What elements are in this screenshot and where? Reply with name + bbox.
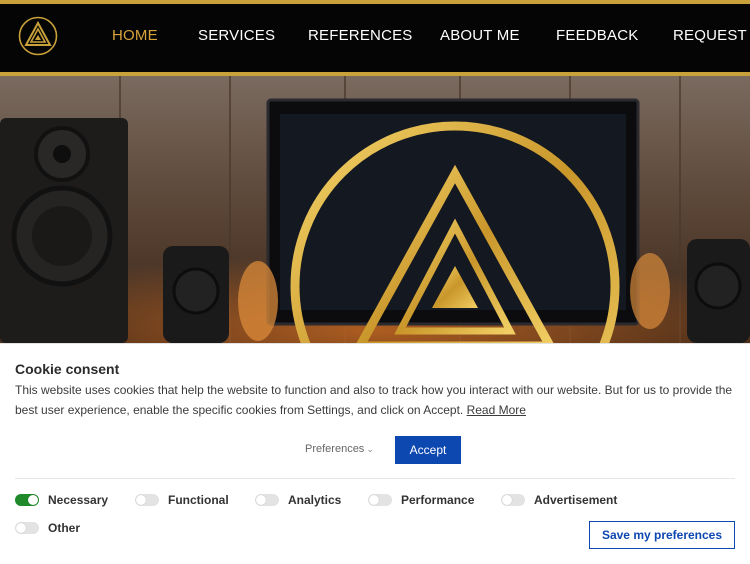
nav-services[interactable]: SERVICES — [198, 27, 275, 44]
nav-request[interactable]: REQUEST A — [673, 27, 750, 44]
divider — [15, 478, 735, 479]
chevron-down-icon: ⌄ — [366, 444, 374, 454]
nav-about-me[interactable]: ABOUT ME — [440, 27, 520, 44]
cookie-consent-banner: Cookie consent This website uses cookies… — [0, 343, 750, 564]
toggle-knob — [136, 495, 146, 505]
label-necessary: Necessary — [48, 493, 109, 507]
toggle-other[interactable] — [15, 522, 39, 534]
label-advertisement: Advertisement — [534, 493, 618, 507]
toggle-knob — [16, 523, 26, 533]
nav-feedback[interactable]: FEEDBACK — [556, 27, 638, 44]
preferences-label: Preferences — [305, 443, 365, 455]
site-header: HOME SERVICES REFERENCES ABOUT ME FEEDBA… — [0, 4, 750, 72]
nav-references[interactable]: REFERENCES — [308, 27, 413, 44]
toggle-knob — [28, 495, 38, 505]
toggle-analytics[interactable] — [255, 494, 279, 506]
toggle-advertisement[interactable] — [501, 494, 525, 506]
label-functional: Functional — [168, 493, 229, 507]
toggle-necessary[interactable] — [15, 494, 39, 506]
toggle-knob — [369, 495, 379, 505]
hero-studio-illustration — [0, 76, 750, 343]
save-preferences-button[interactable]: Save my preferences — [589, 521, 735, 549]
nav-home[interactable]: HOME — [112, 27, 158, 44]
toggle-performance[interactable] — [368, 494, 392, 506]
label-analytics: Analytics — [288, 493, 342, 507]
accept-button[interactable]: Accept — [395, 436, 461, 464]
cookie-title: Cookie consent — [15, 361, 120, 377]
hero-image — [0, 76, 750, 343]
toggle-knob — [502, 495, 512, 505]
cookie-description: This website uses cookies that help the … — [15, 380, 733, 420]
cookie-text: This website uses cookies that help the … — [15, 383, 733, 417]
main-nav: HOME SERVICES REFERENCES ABOUT ME FEEDBA… — [0, 4, 750, 72]
preferences-dropdown[interactable]: Preferences ⌄ — [305, 443, 374, 455]
toggle-functional[interactable] — [135, 494, 159, 506]
label-performance: Performance — [401, 493, 475, 507]
toggle-knob — [256, 495, 266, 505]
label-other: Other — [48, 521, 81, 535]
read-more-link[interactable]: Read More — [467, 403, 526, 417]
